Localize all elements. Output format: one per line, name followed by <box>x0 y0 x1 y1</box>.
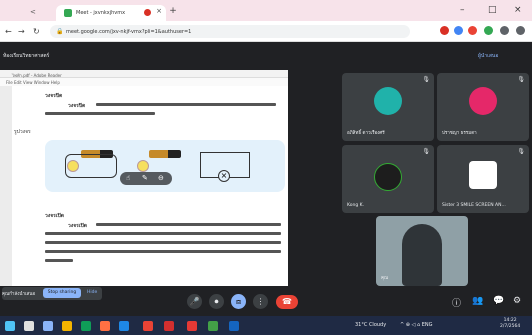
task-view-icon[interactable] <box>43 321 53 331</box>
tab-meet[interactable]: Meet - jxvnkxjhvmx × <box>56 5 166 21</box>
tab-scroll-button[interactable]: < <box>30 8 36 16</box>
presenter-label: ผู้นำเสนอ <box>478 53 499 59</box>
avatar <box>469 161 497 189</box>
participant-tile[interactable]: 🎙 อภิสิทธิ์ ดาวเรืองศรี <box>342 73 434 141</box>
forward-icon[interactable]: → <box>18 27 25 36</box>
url-text: meet.google.com/jxv-nkjf-vmx?pli=1&authu… <box>66 29 192 35</box>
participant-name: อภิสิทธิ์ ดาวเรืองศรี <box>347 131 385 136</box>
section2-heading: วงจรเปิด <box>45 213 64 219</box>
word-icon[interactable] <box>119 321 129 331</box>
info-icon[interactable]: ⓘ <box>452 296 461 309</box>
tab-close-icon[interactable]: × <box>156 7 162 15</box>
mic-icon[interactable]: 🎤 <box>187 294 202 309</box>
text-line <box>45 259 73 262</box>
document-titlebar: ไฟฟ้า.pdf - Adobe Reader <box>0 70 288 78</box>
file-explorer-icon[interactable] <box>62 321 72 331</box>
avatar <box>469 87 497 115</box>
maximize-icon[interactable]: □ <box>488 5 497 15</box>
document-sidebar <box>0 86 12 286</box>
section1-lead: วงจรปิด <box>68 103 86 109</box>
search-icon[interactable] <box>24 321 34 331</box>
present-icon[interactable]: ⧈ <box>231 294 246 309</box>
participant-name: ปราชญา ธรรมดา <box>442 131 477 136</box>
pdf-reader-icon[interactable] <box>164 321 174 331</box>
people-icon[interactable]: 👥 <box>472 296 483 306</box>
eraser-icon[interactable]: ⊖ <box>158 174 164 182</box>
start-icon[interactable] <box>5 321 15 331</box>
screen-share-toolbar[interactable]: ☝ ✎ ⊖ <box>120 172 172 185</box>
meet-header <box>0 42 532 68</box>
sharing-label: คุณกำลังนำเสนอ <box>2 292 36 297</box>
stop-sharing-button[interactable]: Stop sharing <box>43 288 81 298</box>
reload-icon[interactable]: ↻ <box>33 27 40 36</box>
avatar <box>374 87 402 115</box>
extension-icon[interactable] <box>440 26 449 35</box>
participant-name: Sister 3 SMILE SCREEN AN... <box>442 203 506 208</box>
participant-name: Kong K. <box>347 203 365 208</box>
participant-name: คุณ <box>381 276 389 281</box>
office-icon[interactable] <box>100 321 110 331</box>
taskbar <box>0 316 532 335</box>
meeting-title: ห้องเรียนวิทยาศาสตร์ <box>3 53 50 59</box>
section2-lead: วงจรเปิด <box>68 223 87 229</box>
url-input[interactable]: 🔒 meet.google.com/jxv-nkjf-vmx?pli=1&aut… <box>50 25 410 38</box>
window-close-icon[interactable]: × <box>514 5 522 15</box>
new-tab-button[interactable]: + <box>168 6 178 16</box>
edge-icon[interactable] <box>81 321 91 331</box>
mic-off-icon: 🎙 <box>422 148 430 155</box>
document-menubar: File Edit View Window Help <box>0 78 288 86</box>
self-video-tile[interactable]: คุณ <box>376 216 468 286</box>
section1-heading: วงจรปิด <box>45 93 63 99</box>
pen-icon[interactable]: ✎ <box>142 174 148 182</box>
battery-icon <box>149 150 181 158</box>
extension-icon[interactable] <box>454 26 463 35</box>
weather[interactable]: 31°C Cloudy <box>355 322 386 328</box>
participant-tile[interactable]: 🎙 ปราชญา ธรรมดา <box>437 73 529 141</box>
lamp-symbol-icon: × <box>218 170 230 182</box>
end-call-button[interactable]: ☎ <box>276 295 298 309</box>
hide-button[interactable]: Hide <box>87 290 97 295</box>
lock-icon: 🔒 <box>56 28 64 35</box>
extensions-puzzle-icon[interactable] <box>500 26 509 35</box>
system-tray[interactable]: ^ ⊕ ◁ ⌂ ENG <box>400 322 433 328</box>
app-icon[interactable] <box>187 321 197 331</box>
extension-icon[interactable] <box>484 26 493 35</box>
camera-icon[interactable]: ⏺ <box>209 294 224 309</box>
participant-tile[interactable]: 🎙 Kong K. <box>342 145 434 213</box>
text-line <box>96 223 281 226</box>
app-icon[interactable] <box>229 321 239 331</box>
clock[interactable]: 14:22 2/7/2564 <box>500 318 520 330</box>
text-line <box>45 241 281 244</box>
minimize-icon[interactable]: – <box>460 5 465 15</box>
tab-title: Meet - jxvnkxjhvmx <box>76 10 126 16</box>
self-video-person <box>402 224 442 286</box>
profile-avatar-icon[interactable] <box>468 26 477 35</box>
chrome-icon[interactable] <box>143 321 153 331</box>
text-line <box>45 232 281 235</box>
back-icon[interactable]: ← <box>5 27 12 36</box>
activities-icon[interactable]: ⚙ <box>513 296 521 306</box>
left-note: รูปวงจร <box>14 129 31 135</box>
text-line <box>45 112 155 115</box>
chat-icon[interactable]: 💬 <box>493 296 504 306</box>
shared-screen: ไฟฟ้า.pdf - Adobe Reader File Edit View … <box>0 70 288 286</box>
bulb-icon <box>137 160 149 172</box>
meet-favicon-icon <box>64 9 72 17</box>
wire-loop <box>65 154 117 178</box>
mic-off-icon: 🎙 <box>517 76 525 83</box>
browser-menu-icon[interactable] <box>516 26 525 35</box>
more-options-icon[interactable]: ⋮ <box>253 294 268 309</box>
participant-tile[interactable]: 🎙 Sister 3 SMILE SCREEN AN... <box>437 145 529 213</box>
mic-off-icon: 🎙 <box>517 148 525 155</box>
text-line <box>96 103 276 106</box>
recording-dot-icon <box>144 9 151 16</box>
text-line <box>45 250 281 253</box>
mic-off-icon: 🎙 <box>422 76 430 83</box>
date: 2/7/2564 <box>500 324 521 329</box>
avatar <box>374 163 402 191</box>
line-icon[interactable] <box>208 321 218 331</box>
pointer-icon[interactable]: ☝ <box>126 174 130 182</box>
